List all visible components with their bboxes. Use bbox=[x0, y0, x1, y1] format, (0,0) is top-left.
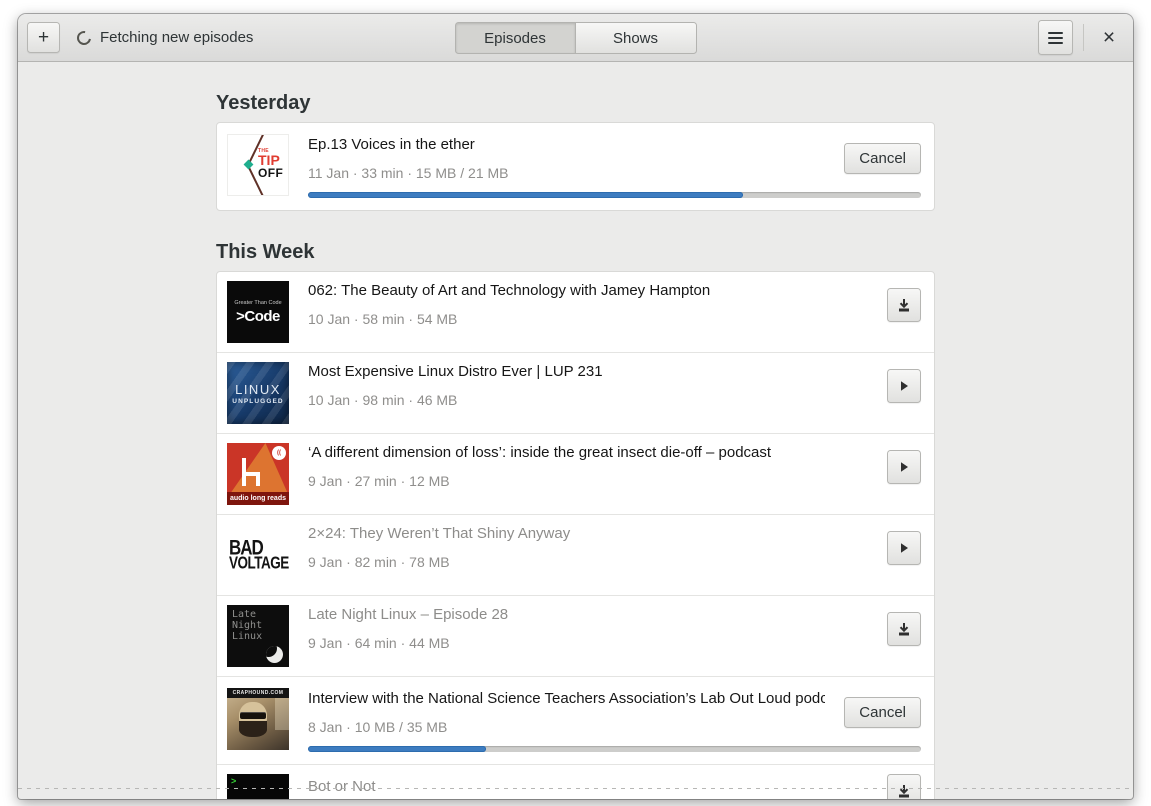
scroll-area[interactable]: Yesterday THE TIP OFF Ep.13 Voices in th… bbox=[18, 62, 1133, 799]
episode-title: 2×24: They Weren’t That Shiny Anyway bbox=[308, 525, 571, 542]
play-button[interactable] bbox=[887, 450, 921, 484]
cancel-download-button[interactable]: Cancel bbox=[844, 697, 921, 728]
episode-info: Late Night Linux – Episode 28 9 Jan · 64… bbox=[308, 605, 868, 653]
tab-shows[interactable]: Shows bbox=[575, 22, 697, 54]
show-cover-irl: > IRL bbox=[227, 774, 289, 799]
cancel-download-button[interactable]: Cancel bbox=[844, 143, 921, 174]
episode-title: Bot or Not bbox=[308, 777, 376, 795]
crescent-moon-icon bbox=[266, 646, 283, 663]
episode-meta: 9 Jan · 82 min · 78 MB bbox=[308, 554, 450, 570]
download-icon bbox=[899, 623, 909, 636]
show-cover-the-tip-off: THE TIP OFF bbox=[227, 134, 289, 196]
menu-button[interactable] bbox=[1038, 20, 1073, 55]
play-button[interactable] bbox=[887, 369, 921, 403]
tab-episodes[interactable]: Episodes bbox=[454, 22, 576, 54]
headerbar-right-controls: × bbox=[1038, 20, 1124, 55]
episode-info: Bot or Not bbox=[308, 777, 868, 800]
download-progressbar bbox=[308, 192, 921, 198]
loading-spinner-icon bbox=[74, 27, 94, 48]
episode-row-greater-than-code: Greater Than Code >Code 062: The Beauty … bbox=[217, 272, 934, 352]
episode-title: Interview with the National Science Teac… bbox=[308, 690, 826, 707]
episode-info: 2×24: They Weren’t That Shiny Anyway 9 J… bbox=[308, 524, 868, 572]
play-icon bbox=[901, 462, 908, 472]
download-icon bbox=[899, 785, 909, 798]
play-icon bbox=[901, 381, 908, 391]
episode-info: ‘A different dimension of loss’: inside … bbox=[308, 443, 868, 491]
show-cover-linux-unplugged: LINUX UNPLUGGED bbox=[227, 362, 289, 424]
status-text: Fetching new episodes bbox=[100, 29, 254, 46]
episode-card: THE TIP OFF Ep.13 Voices in the ether 11… bbox=[216, 122, 935, 211]
show-cover-greater-than-code: Greater Than Code >Code bbox=[227, 281, 289, 343]
episode-row-craphound: CRAPHOUND.COM Interview with the Nationa… bbox=[217, 676, 934, 764]
episode-row-late-night-linux: Late Night Linux Late Night Linux – Epis… bbox=[217, 595, 934, 676]
episode-info: Interview with the National Science Teac… bbox=[308, 689, 825, 737]
download-button[interactable] bbox=[887, 612, 921, 646]
download-button[interactable] bbox=[887, 288, 921, 322]
show-cover-late-night-linux: Late Night Linux bbox=[227, 605, 289, 667]
episode-row-tip-off: THE TIP OFF Ep.13 Voices in the ether 11… bbox=[217, 123, 934, 210]
episode-title: Late Night Linux – Episode 28 bbox=[308, 606, 509, 623]
download-progressbar bbox=[308, 746, 921, 752]
episode-title: 062: The Beauty of Art and Technology wi… bbox=[308, 282, 711, 299]
episode-meta: 10 Jan · 58 min · 54 MB bbox=[308, 311, 458, 327]
episode-title: Ep.13 Voices in the ether bbox=[308, 136, 475, 153]
close-window-button[interactable]: × bbox=[1094, 23, 1124, 53]
hamburger-icon bbox=[1048, 31, 1063, 44]
add-podcast-button[interactable]: + bbox=[27, 22, 60, 53]
episode-row-bad-voltage: BAD VOLTAGE 2×24: They Weren’t That Shin… bbox=[217, 514, 934, 595]
download-icon bbox=[899, 299, 909, 312]
episode-title: ‘A different dimension of loss’: inside … bbox=[308, 444, 772, 461]
show-cover-craphound: CRAPHOUND.COM bbox=[227, 688, 289, 750]
headerbar-separator bbox=[1083, 24, 1084, 51]
section-title: Yesterday bbox=[216, 92, 311, 114]
episode-info: Ep.13 Voices in the ether 11 Jan · 33 mi… bbox=[308, 135, 825, 183]
play-icon bbox=[901, 543, 908, 553]
play-button[interactable] bbox=[887, 531, 921, 565]
episode-row-audio-long-reads: (( audio long reads ‘A different dimensi… bbox=[217, 433, 934, 514]
episode-info: Most Expensive Linux Distro Ever | LUP 2… bbox=[308, 362, 868, 410]
download-button[interactable] bbox=[887, 774, 921, 799]
episode-row-irl: > IRL Bot or Not bbox=[217, 764, 934, 799]
episode-meta: 9 Jan · 27 min · 12 MB bbox=[308, 473, 450, 489]
episode-row-linux-unplugged: LINUX UNPLUGGED Most Expensive Linux Dis… bbox=[217, 352, 934, 433]
section-this-week: This Week Greater Than Code >Code 062: T… bbox=[216, 240, 935, 799]
episode-meta: 10 Jan · 98 min · 46 MB bbox=[308, 392, 458, 408]
section-title: This Week bbox=[216, 241, 315, 263]
section-yesterday: Yesterday THE TIP OFF Ep.13 Voices in th… bbox=[216, 91, 935, 211]
episode-meta: 11 Jan · 33 min · 15 MB / 21 MB bbox=[308, 165, 509, 181]
show-cover-bad-voltage: BAD VOLTAGE bbox=[227, 524, 289, 586]
episode-info: 062: The Beauty of Art and Technology wi… bbox=[308, 281, 868, 329]
episode-meta: 9 Jan · 64 min · 44 MB bbox=[308, 635, 450, 651]
episode-title: Most Expensive Linux Distro Ever | LUP 2… bbox=[308, 363, 603, 380]
episode-meta: 8 Jan · 10 MB / 35 MB bbox=[308, 719, 448, 735]
view-switcher: Episodes Shows bbox=[454, 22, 697, 54]
episode-card: Greater Than Code >Code 062: The Beauty … bbox=[216, 271, 935, 799]
download-progress-fill bbox=[308, 192, 744, 198]
show-cover-audio-long-reads: (( audio long reads bbox=[227, 443, 289, 505]
download-progress-fill bbox=[308, 746, 486, 752]
app-window: + Fetching new episodes Episodes Shows ×… bbox=[18, 14, 1133, 799]
headerbar: + Fetching new episodes Episodes Shows × bbox=[18, 14, 1133, 62]
